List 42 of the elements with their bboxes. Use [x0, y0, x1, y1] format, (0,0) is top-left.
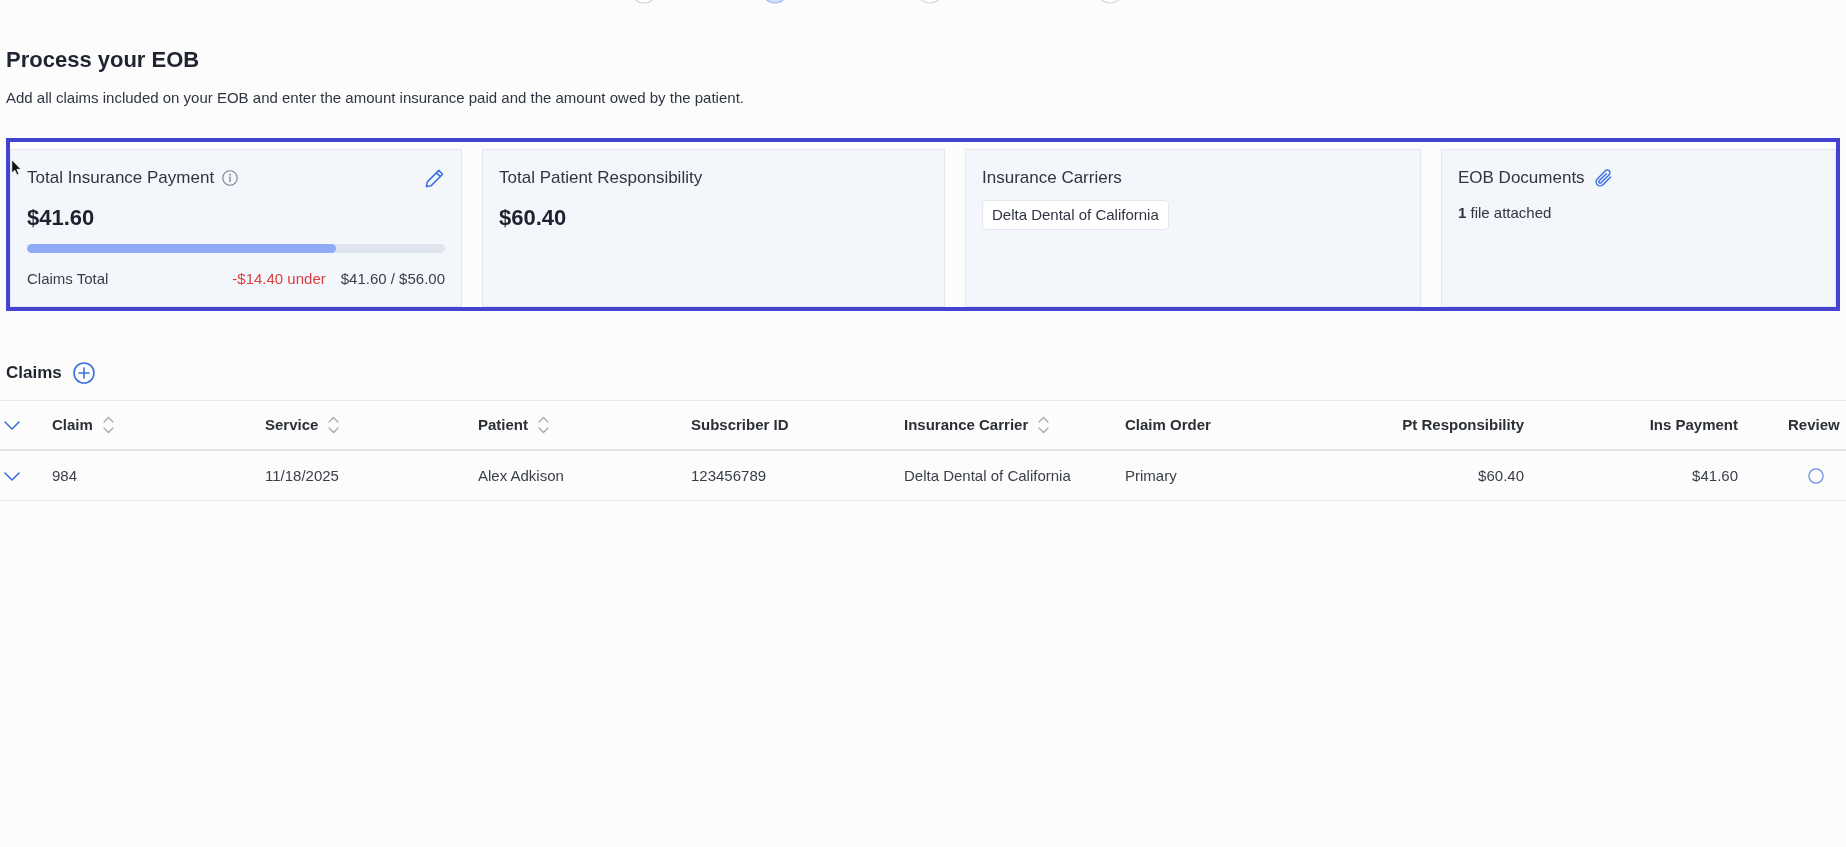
review-status-icon[interactable] [1808, 467, 1824, 484]
chevron-down-icon[interactable] [3, 419, 21, 431]
page-description: Add all claims included on your EOB and enter the amount insurance paid and the amount owed by the patient. [6, 88, 744, 108]
table-cell: Alex Adkison [478, 465, 564, 486]
column-header: Ins Payment [1649, 415, 1738, 435]
carrier-tag: Delta Dental of California [982, 200, 1169, 230]
table-cell: Delta Dental of California [904, 465, 1071, 486]
column-header[interactable]: Claim [52, 415, 93, 435]
table-cell: 984 [52, 465, 78, 486]
footer-label: Claims Total [27, 269, 109, 289]
table-cell: $41.60 [1692, 465, 1738, 486]
info-icon[interactable] [222, 170, 239, 186]
card-title: Insurance Carriers [982, 167, 1122, 189]
chevron-down-icon[interactable] [3, 469, 21, 482]
page-title: Process your EOB [6, 46, 200, 74]
table-cell: 123456789 [691, 465, 767, 486]
amount-value: $60.40 [499, 204, 567, 232]
table-cell: Primary [1125, 465, 1177, 486]
ratio-text: $41.60 / $56.00 [340, 269, 445, 289]
section-title: Claims [6, 362, 62, 384]
sort-icon[interactable] [101, 416, 115, 434]
sort-icon[interactable] [327, 416, 341, 434]
difference-text: -$14.40 under [232, 269, 326, 289]
column-header: Review [1788, 415, 1840, 435]
card-title: EOB Documents [1458, 167, 1585, 189]
paperclip-icon[interactable] [1592, 168, 1613, 188]
sort-icon[interactable] [1037, 416, 1051, 434]
card-title: Total Patient Responsibility [499, 167, 703, 189]
edit-icon[interactable] [424, 167, 445, 189]
sort-icon[interactable] [537, 416, 550, 434]
column-header[interactable]: Patient [478, 415, 528, 435]
column-header[interactable]: Insurance Carrier [904, 415, 1029, 435]
card-title: Total Insurance Payment [27, 167, 215, 189]
column-header: Pt Responsibility [1402, 415, 1524, 435]
table-cell: $60.40 [1478, 465, 1524, 486]
column-header: Claim Order [1125, 415, 1211, 435]
column-header[interactable]: Service [265, 415, 319, 435]
add-icon[interactable] [72, 362, 95, 384]
column-header: Subscriber ID [691, 415, 789, 435]
amount-value: $41.60 [27, 204, 95, 232]
table-cell: 11/18/2025 [265, 465, 339, 486]
attachment-count: 1 file attached [1458, 203, 1552, 223]
